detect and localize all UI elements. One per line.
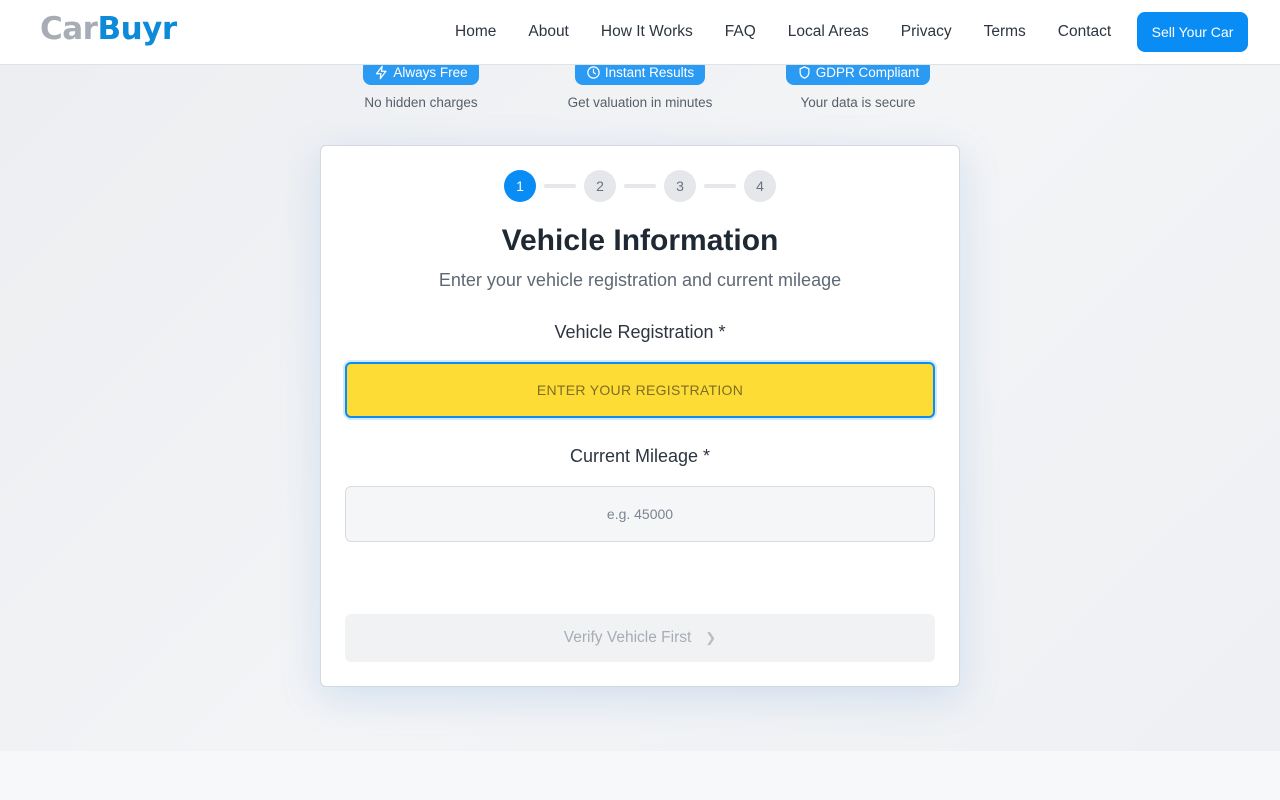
badge-subtext: Your data is secure [800, 95, 916, 110]
logo-text-car: Car [40, 11, 98, 47]
logo-text-buyr: Buyr [97, 11, 177, 47]
badge-instant-results: Instant Results Get valuation in minutes [530, 59, 750, 110]
badge-label: GDPR Compliant [815, 64, 920, 80]
lightning-icon [376, 65, 387, 79]
mileage-input[interactable] [345, 486, 935, 542]
registration-input[interactable] [345, 362, 935, 418]
badge-gdpr-compliant: GDPR Compliant Your data is secure [748, 59, 968, 110]
step-connector [544, 184, 576, 188]
step-2: 2 [584, 170, 616, 202]
form-subtitle: Enter your vehicle registration and curr… [438, 270, 842, 290]
badge-always-free: Always Free No hidden charges [311, 59, 531, 110]
form-title: Vehicle Information [501, 224, 779, 257]
nav-home[interactable]: Home [455, 23, 496, 41]
site-header: CarBuyr Home About How It Works FAQ Loca… [0, 0, 1280, 65]
clock-icon [587, 65, 600, 79]
badge-subtext: Get valuation in minutes [567, 95, 713, 110]
nav-privacy[interactable]: Privacy [901, 23, 952, 41]
nav-local-areas[interactable]: Local Areas [788, 23, 869, 41]
step-3: 3 [664, 170, 696, 202]
step-connector [624, 184, 656, 188]
nav-terms[interactable]: Terms [984, 23, 1026, 41]
main-nav: Home About How It Works FAQ Local Areas … [455, 0, 1143, 64]
sell-your-car-button[interactable]: Sell Your Car [1137, 12, 1248, 52]
step-1: 1 [504, 170, 536, 202]
registration-label: Vehicle Registration * [554, 322, 726, 342]
step-indicator: 1 2 3 4 [321, 170, 959, 202]
mileage-label: Current Mileage * [569, 446, 711, 466]
nav-contact[interactable]: Contact [1058, 23, 1111, 41]
nav-about[interactable]: About [528, 23, 569, 41]
chevron-right-icon: ❯ [705, 630, 717, 645]
nav-faq[interactable]: FAQ [725, 23, 756, 41]
badge-label: Instant Results [604, 64, 695, 80]
nav-how-it-works[interactable]: How It Works [601, 23, 693, 41]
badge-label: Always Free [393, 64, 468, 80]
footer-area [0, 751, 1280, 800]
step-4: 4 [744, 170, 776, 202]
step-connector [704, 184, 736, 188]
valuation-form-card: 1 2 3 4 Vehicle Information Enter your v… [320, 145, 960, 687]
verify-vehicle-button[interactable]: Verify Vehicle First ❯ [345, 614, 935, 662]
verify-button-label: Verify Vehicle First [563, 629, 692, 646]
trust-badges: Always Free No hidden charges Instant Re… [0, 59, 1280, 119]
shield-icon [799, 65, 810, 79]
logo[interactable]: CarBuyr [40, 11, 177, 47]
badge-subtext: No hidden charges [364, 95, 478, 110]
